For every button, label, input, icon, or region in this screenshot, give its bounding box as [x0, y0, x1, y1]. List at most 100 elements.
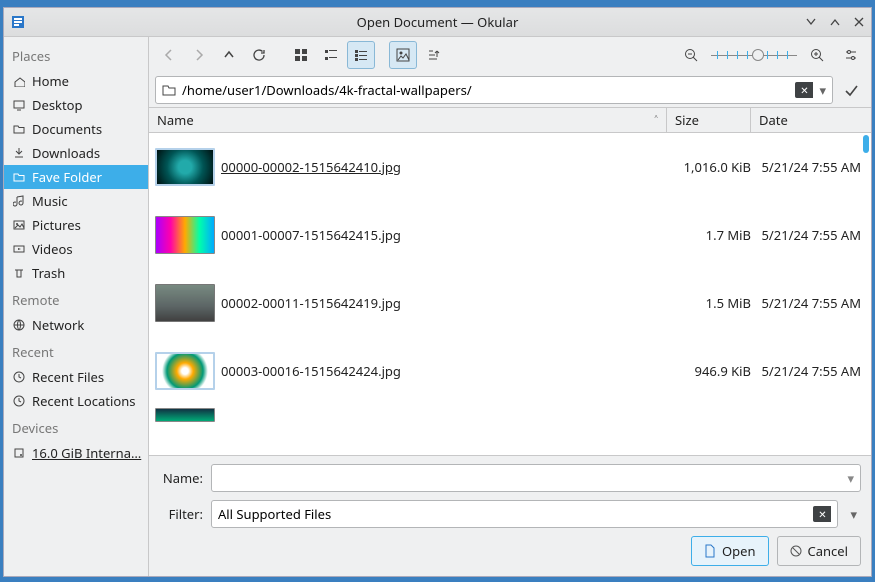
thumbnail	[155, 148, 215, 186]
sidebar-item-home[interactable]: Home	[4, 69, 148, 93]
home-icon	[12, 74, 26, 88]
file-name: 00003-00016-1515642424.jpg	[221, 362, 673, 380]
sidebar-item-label: Network	[32, 316, 84, 334]
accept-path-button[interactable]	[837, 76, 865, 104]
thumbnail	[155, 216, 215, 254]
nav-up-button[interactable]	[215, 41, 243, 69]
filter-label: Filter:	[159, 505, 203, 523]
sidebar-item-downloads[interactable]: Downloads	[4, 141, 148, 165]
file-name: 00002-00011-1515642419.jpg	[221, 294, 673, 312]
open-button[interactable]: Open	[691, 536, 769, 566]
nav-back-button[interactable]	[155, 41, 183, 69]
devices-header: Devices	[4, 413, 148, 441]
column-size[interactable]: Size	[667, 108, 751, 132]
preview-toggle-button[interactable]	[389, 41, 417, 69]
file-row[interactable]	[149, 405, 871, 425]
places-header: Places	[4, 41, 148, 69]
file-size: 1.5 MiB	[673, 294, 757, 312]
view-compact-button[interactable]	[317, 41, 345, 69]
video-icon	[12, 242, 26, 256]
recent-header: Recent	[4, 337, 148, 365]
sidebar-item-recent-locations[interactable]: Recent Locations	[4, 389, 148, 413]
file-size: 1,016.0 KiB	[673, 158, 757, 176]
file-row[interactable]: 00002-00011-1515642419.jpg 1.5 MiB 5/21/…	[149, 269, 871, 337]
file-list: 00000-00002-1515642410.jpg 1,016.0 KiB 5…	[149, 133, 871, 455]
file-row[interactable]: 00000-00002-1515642410.jpg 1,016.0 KiB 5…	[149, 133, 871, 201]
name-input[interactable]	[218, 469, 847, 487]
sidebar-item-trash[interactable]: Trash	[4, 261, 148, 285]
file-row[interactable]: 00001-00007-1515642415.jpg 1.7 MiB 5/21/…	[149, 201, 871, 269]
sidebar-item-label: Music	[32, 192, 68, 210]
path-dropdown-icon[interactable]: ▾	[819, 81, 826, 99]
path-input-box: ✕ ▾	[155, 76, 833, 104]
toolbar	[149, 37, 871, 73]
sidebar-item-network[interactable]: Network	[4, 313, 148, 337]
thumbnail	[155, 284, 215, 322]
cancel-icon	[790, 545, 802, 557]
cancel-button[interactable]: Cancel	[777, 536, 861, 566]
maximize-button[interactable]	[823, 10, 847, 34]
sort-button[interactable]	[419, 41, 447, 69]
sidebar-item-pictures[interactable]: Pictures	[4, 213, 148, 237]
sort-asc-icon: ˄	[654, 111, 658, 129]
reload-button[interactable]	[245, 41, 273, 69]
sidebar-item-label: Home	[32, 72, 69, 90]
name-label: Name:	[159, 469, 203, 487]
zoom-slider[interactable]	[711, 47, 797, 63]
sidebar-item-label: 16.0 GiB Interna…	[32, 444, 141, 462]
folder-icon	[162, 83, 176, 97]
sidebar-item-label: Desktop	[32, 96, 83, 114]
file-size: 946.9 KiB	[673, 362, 757, 380]
sidebar-item-fave-folder[interactable]: Fave Folder	[4, 165, 148, 189]
file-date: 5/21/24 7:55 AM	[757, 362, 865, 380]
remote-header: Remote	[4, 285, 148, 313]
app-icon	[10, 14, 26, 30]
sidebar-item-music[interactable]: Music	[4, 189, 148, 213]
sidebar-item-16-0-gib-interna-[interactable]: 16.0 GiB Interna…	[4, 441, 148, 465]
sidebar-item-label: Recent Files	[32, 368, 104, 386]
path-input[interactable]	[182, 81, 789, 99]
filter-dropdown-icon[interactable]: ▾	[846, 505, 861, 523]
window-title: Open Document — Okular	[4, 13, 871, 31]
nav-forward-button[interactable]	[185, 41, 213, 69]
zoom-out-button[interactable]	[677, 41, 705, 69]
column-date[interactable]: Date	[751, 108, 861, 132]
view-details-button[interactable]	[347, 41, 375, 69]
sidebar-item-label: Fave Folder	[32, 168, 102, 186]
file-name: 00001-00007-1515642415.jpg	[221, 226, 673, 244]
clock-icon	[12, 370, 26, 384]
trash-icon	[12, 266, 26, 280]
file-name: 00000-00002-1515642410.jpg	[221, 158, 673, 176]
column-name[interactable]: Name˄	[149, 108, 667, 132]
sidebar-item-label: Downloads	[32, 144, 100, 162]
sidebar-item-documents[interactable]: Documents	[4, 117, 148, 141]
name-dropdown-icon[interactable]: ▾	[847, 469, 854, 487]
close-button[interactable]	[847, 10, 871, 34]
disk-icon	[12, 446, 26, 460]
sidebar-item-videos[interactable]: Videos	[4, 237, 148, 261]
column-headers: Name˄ Size Date	[149, 107, 871, 133]
document-icon	[704, 544, 716, 558]
view-icons-button[interactable]	[287, 41, 315, 69]
scrollbar[interactable]	[861, 133, 871, 455]
desktop-icon	[12, 98, 26, 112]
folder-icon	[12, 122, 26, 136]
file-date: 5/21/24 7:55 AM	[757, 158, 865, 176]
thumbnail	[155, 352, 215, 390]
clear-path-button[interactable]: ✕	[795, 82, 813, 98]
folder-icon	[12, 170, 26, 184]
image-icon	[12, 218, 26, 232]
filter-input[interactable]	[218, 505, 813, 523]
clock-icon	[12, 394, 26, 408]
file-date: 5/21/24 7:55 AM	[757, 226, 865, 244]
clear-filter-button[interactable]: ✕	[813, 506, 831, 522]
sidebar-item-recent-files[interactable]: Recent Files	[4, 365, 148, 389]
zoom-in-button[interactable]	[803, 41, 831, 69]
settings-button[interactable]	[837, 41, 865, 69]
file-row[interactable]: 00003-00016-1515642424.jpg 946.9 KiB 5/2…	[149, 337, 871, 405]
minimize-button[interactable]	[799, 10, 823, 34]
sidebar-item-label: Trash	[32, 264, 65, 282]
sidebar-item-label: Pictures	[32, 216, 81, 234]
sidebar-item-desktop[interactable]: Desktop	[4, 93, 148, 117]
places-sidebar: Places Home Desktop Documents Downloads Fave…	[4, 37, 149, 576]
